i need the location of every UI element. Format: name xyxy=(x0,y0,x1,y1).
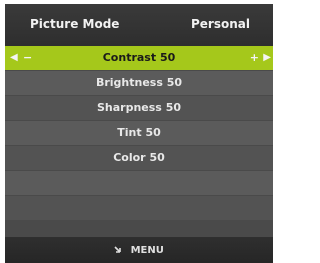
arrow-left-icon[interactable]: ◀ xyxy=(10,46,18,70)
menu-item-value: 50 xyxy=(159,51,176,64)
menu-item-label: Sharpness xyxy=(96,101,162,114)
picture-mode-value[interactable]: Personal xyxy=(191,17,250,31)
arrow-right-icon[interactable]: ▶ xyxy=(263,46,271,70)
picture-settings-osd: Picture Mode Personal ◀ − Contrast 50 + … xyxy=(5,4,273,263)
menu-item-label: Contrast xyxy=(102,51,157,64)
menu-item-sharpness[interactable]: Sharpness 50 xyxy=(5,96,273,120)
menu-footer[interactable]: MENU xyxy=(5,237,273,263)
menu-item-tint[interactable]: Tint 50 xyxy=(5,121,273,145)
menu-item-empty xyxy=(5,196,273,220)
picture-mode-label: Picture Mode xyxy=(30,17,120,31)
menu-item-value: 50 xyxy=(145,126,161,139)
increase-icon[interactable]: + xyxy=(250,46,259,70)
menu-item-value: 50 xyxy=(165,101,182,114)
decrease-icon[interactable]: − xyxy=(23,46,32,70)
menu-item-color[interactable]: Color 50 xyxy=(5,146,273,170)
menu-item-label: Tint xyxy=(117,126,142,139)
return-arrow-icon xyxy=(114,237,123,263)
menu-item-contrast[interactable]: ◀ − Contrast 50 + ▶ xyxy=(5,46,273,70)
menu-item-value: 50 xyxy=(166,76,183,89)
menu-item-brightness[interactable]: Brightness 50 xyxy=(5,71,273,95)
menu-item-label: Color xyxy=(113,151,146,164)
menu-item-label: Brightness xyxy=(95,76,163,89)
picture-settings-list: ◀ − Contrast 50 + ▶ Brightness 50 Sharpn… xyxy=(5,46,273,221)
menu-item-empty xyxy=(5,171,273,195)
menu-item-value: 50 xyxy=(149,151,165,164)
picture-mode-header[interactable]: Picture Mode Personal xyxy=(5,4,273,47)
menu-footer-label: MENU xyxy=(130,245,164,256)
